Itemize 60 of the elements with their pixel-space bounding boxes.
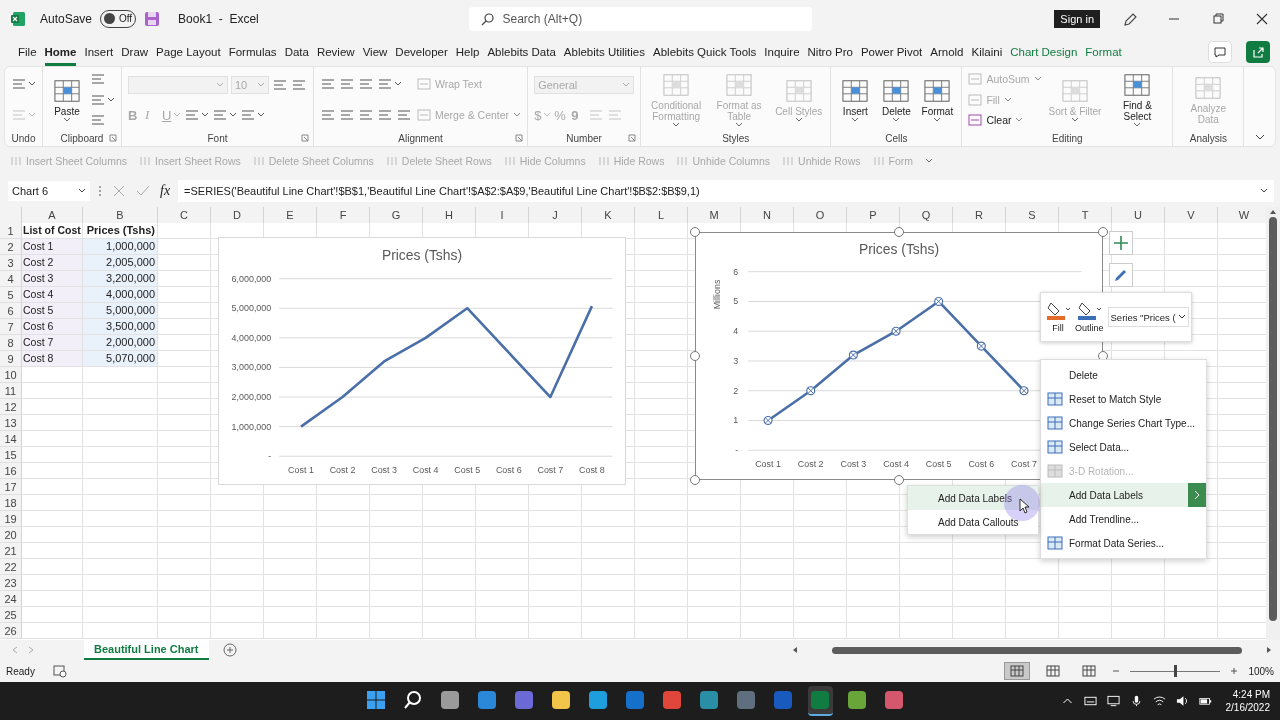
axis-label: - — [735, 445, 739, 456]
axis-label: Cost 6 — [968, 459, 995, 470]
axis-label: Cost 2 — [329, 465, 356, 476]
group-label: Number — [566, 132, 602, 144]
axis-label: 2 — [733, 385, 739, 396]
table-cell: 2,005,000 — [83, 255, 158, 271]
table-cell: Cost 7 — [22, 335, 83, 351]
axis-label: 5,000,000 — [231, 303, 272, 314]
table-cell: Cost 4 — [22, 287, 83, 303]
table-cell: 1,000,000 — [83, 239, 158, 255]
group-label: Alignment — [398, 132, 443, 144]
axis-label: 1,000,000 — [231, 421, 272, 432]
axis-label: 1 — [733, 415, 739, 426]
axis-label: Cost 5 — [454, 465, 481, 476]
axis-label: Cost 3 — [840, 459, 867, 470]
axis-label: - — [268, 451, 272, 462]
group-label: Editing — [1052, 132, 1083, 144]
axis-label: Cost 3 — [371, 465, 397, 476]
axis-label: 3 — [733, 355, 739, 366]
group-label: Undo — [11, 132, 36, 144]
axis-label: Cost 4 — [883, 459, 909, 470]
table-cell: 3,500,000 — [83, 319, 158, 335]
chart-title: Prices (Tshs) — [381, 246, 463, 263]
axis-label: Cost 8 — [579, 465, 605, 476]
group-label: Analysis — [1189, 132, 1227, 144]
axis-label: Cost 5 — [925, 459, 952, 470]
axis-label: 6 — [733, 266, 739, 277]
chart-title: Prices (Tshs) — [858, 240, 940, 257]
table-cell: Cost 6 — [22, 319, 83, 335]
axis-title: Millions — [712, 279, 723, 310]
axis-label: Cost 1 — [755, 459, 781, 470]
axis-label: Cost 7 — [537, 465, 564, 476]
table-cell: 4,000,000 — [83, 287, 158, 303]
group-label: Clipboard — [60, 132, 104, 144]
table-cell: 5,070,000 — [83, 351, 158, 367]
autosave-label: AutoSave — [40, 11, 93, 26]
table-cell: Cost 5 — [22, 303, 83, 319]
table-cell: Cost 1 — [22, 239, 83, 255]
axis-label: 4,000,000 — [231, 332, 272, 343]
table-cell: Cost 3 — [22, 271, 83, 287]
axis-label: 4 — [733, 326, 739, 337]
table-cell: 3,200,000 — [83, 271, 158, 287]
group-label: Styles — [722, 132, 750, 144]
group-label: Font — [207, 132, 228, 144]
axis-label: 5 — [733, 296, 739, 307]
axis-label: 3,000,000 — [231, 362, 272, 373]
table-cell: 5,000,000 — [83, 303, 158, 319]
axis-label: Cost 7 — [1011, 459, 1037, 470]
axis-label: Cost 2 — [797, 459, 824, 470]
table-cell: 2,000,000 — [83, 335, 158, 351]
status-text: Ready — [6, 665, 35, 677]
axis-label: Cost 4 — [412, 465, 439, 476]
group-label: Cells — [885, 132, 908, 144]
axis-label: 6,000,000 — [231, 273, 272, 284]
table-cell: Cost 8 — [22, 351, 83, 367]
axis-label: Cost 1 — [288, 465, 314, 476]
window-title: Book1 - Excel — [178, 11, 259, 26]
axis-label: Cost 6 — [495, 465, 522, 476]
table-cell: Cost 2 — [22, 255, 83, 271]
axis-label: 2,000,000 — [231, 392, 272, 402]
